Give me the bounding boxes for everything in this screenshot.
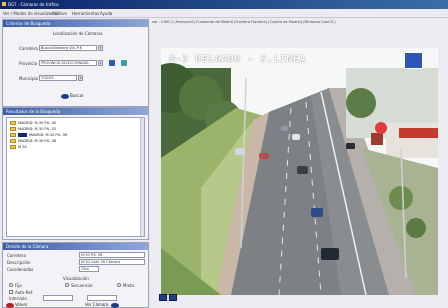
map-icon[interactable] (121, 60, 127, 66)
option-fija-radio[interactable] (9, 283, 13, 287)
municipio-label: Municipio (19, 76, 39, 81)
menu-bar: Ver / Modos de visualización Archivo Her… (0, 9, 448, 18)
back-button-label: Volver (15, 302, 28, 307)
detail-panel: Detalle de la Cámara Carretera M-30 P.K.… (2, 242, 149, 308)
previous-camera-button[interactable] (159, 294, 167, 301)
visualizacion-label: Visualización (63, 276, 89, 281)
detail-panel-title: Detalle de la Cámara (3, 243, 148, 250)
detail-carretera-value: M-30 P.K. 06 (79, 252, 145, 258)
option-secuencial-label: Secuencial (71, 283, 93, 288)
camera-icon (110, 302, 119, 308)
search-icon (61, 93, 69, 99)
camera-overlay-label: M-3 DELGADO - S.LINEA (169, 54, 306, 65)
detail-descripcion-label: Descripción (7, 260, 31, 265)
app-icon (2, 2, 6, 6)
locate-icon[interactable] (109, 60, 115, 66)
back-icon (6, 302, 14, 308)
municipio-input[interactable]: TODOS (39, 75, 77, 81)
detail-descripcion-value: M-30 Calle 30 Cámara (79, 259, 145, 265)
detail-coordenadas-value: 25m (79, 266, 99, 272)
option-fija-label: Fija (15, 283, 22, 288)
folder-icon (10, 121, 16, 125)
menu-item-file[interactable]: Archivo (52, 11, 67, 16)
provincia-dropdown[interactable]: ▾ (98, 60, 103, 66)
option-mixta-label: Mixta (123, 283, 134, 288)
tree-item[interactable]: MADRID: M-30 P.K. 08 (10, 139, 56, 144)
main-view: ver - CIRG-1 (Ferrocarril) Cuadrante de … (150, 19, 448, 308)
tree-item-selected[interactable]: MADRID: M-30 P.K. 06 (10, 133, 67, 138)
provincia-input[interactable]: PROVINCIA SELECCIONADA (39, 60, 97, 66)
results-scrollbar[interactable] (140, 118, 144, 236)
next-camera-button[interactable] (169, 294, 177, 301)
camera-image: M-3 DELGADO - S.LINEA (161, 48, 438, 295)
provincia-label: Provincia (19, 61, 38, 66)
folder-icon (10, 139, 16, 143)
tree-item-label: M-30 (18, 145, 27, 149)
interval-input[interactable] (43, 295, 73, 301)
back-button[interactable]: Volver (6, 301, 27, 308)
tree-item-label: MADRID: M-30 P.K. 06 (29, 133, 68, 137)
folder-icon (10, 145, 16, 149)
search-panel: Criterios de Búsqueda Localización de Cá… (2, 19, 149, 107)
menu-item-help[interactable]: Ayuda (100, 11, 112, 16)
autoupdate-label: Auto-Ref. (15, 290, 34, 295)
tree-item[interactable]: M-30 (10, 145, 27, 150)
title-bar: DGT - Cámaras de tráfico (0, 0, 448, 9)
autoupdate-checkbox[interactable] (9, 290, 13, 294)
search-subtitle: Localización de Cámaras (53, 31, 103, 36)
folder-icon (10, 127, 16, 131)
option-secuencial-radio[interactable] (65, 283, 69, 287)
search-panel-title: Criterios de Búsqueda (3, 20, 148, 27)
carretera-dropdown[interactable]: ▾ (98, 45, 103, 51)
results-tree[interactable]: MADRID: M-30 P.K. 00 MADRID: M-30 P.K. 0… (6, 117, 145, 237)
selection-highlight (18, 133, 27, 137)
carretera-input[interactable]: Buscar/Nombre Vía, P.K (39, 45, 97, 51)
view-camera-button[interactable]: Ver Cámara (85, 301, 120, 308)
results-panel-title: Resultados de la Búsqueda (3, 108, 148, 115)
tree-item-label: MADRID: M-30 P.K. 00 (18, 121, 57, 125)
folder-icon (10, 133, 16, 137)
dgt-logo-icon (404, 52, 423, 69)
municipio-dropdown[interactable]: ▾ (78, 75, 83, 81)
window-title: DGT - Cámaras de tráfico (8, 2, 59, 7)
detail-coordenadas-label: Coordenadas (7, 267, 34, 272)
left-sidebar: Criterios de Búsqueda Localización de Cá… (2, 19, 149, 308)
option-mixta-radio[interactable] (117, 283, 121, 287)
search-button[interactable]: Buscar (61, 92, 84, 99)
tree-item[interactable]: MADRID: M-30 P.K. 03 (10, 127, 56, 132)
view-camera-label: Ver Cámara (85, 302, 109, 307)
tree-item[interactable]: MADRID: M-30 P.K. 00 (10, 121, 56, 126)
menu-item-tools[interactable]: Herramientas (72, 11, 99, 16)
tree-item-label: MADRID: M-30 P.K. 08 (18, 139, 57, 143)
camera-scene (161, 48, 438, 295)
detail-carretera-label: Carretera (7, 253, 26, 258)
carretera-label: Carretera (19, 46, 38, 51)
results-panel: Resultados de la Búsqueda MADRID: M-30 P… (2, 107, 149, 240)
search-button-label: Buscar (70, 93, 84, 98)
tree-item-label: MADRID: M-30 P.K. 03 (18, 127, 57, 131)
breadcrumb: ver - CIRG-1 (Ferrocarril) Cuadrante de … (152, 20, 336, 24)
